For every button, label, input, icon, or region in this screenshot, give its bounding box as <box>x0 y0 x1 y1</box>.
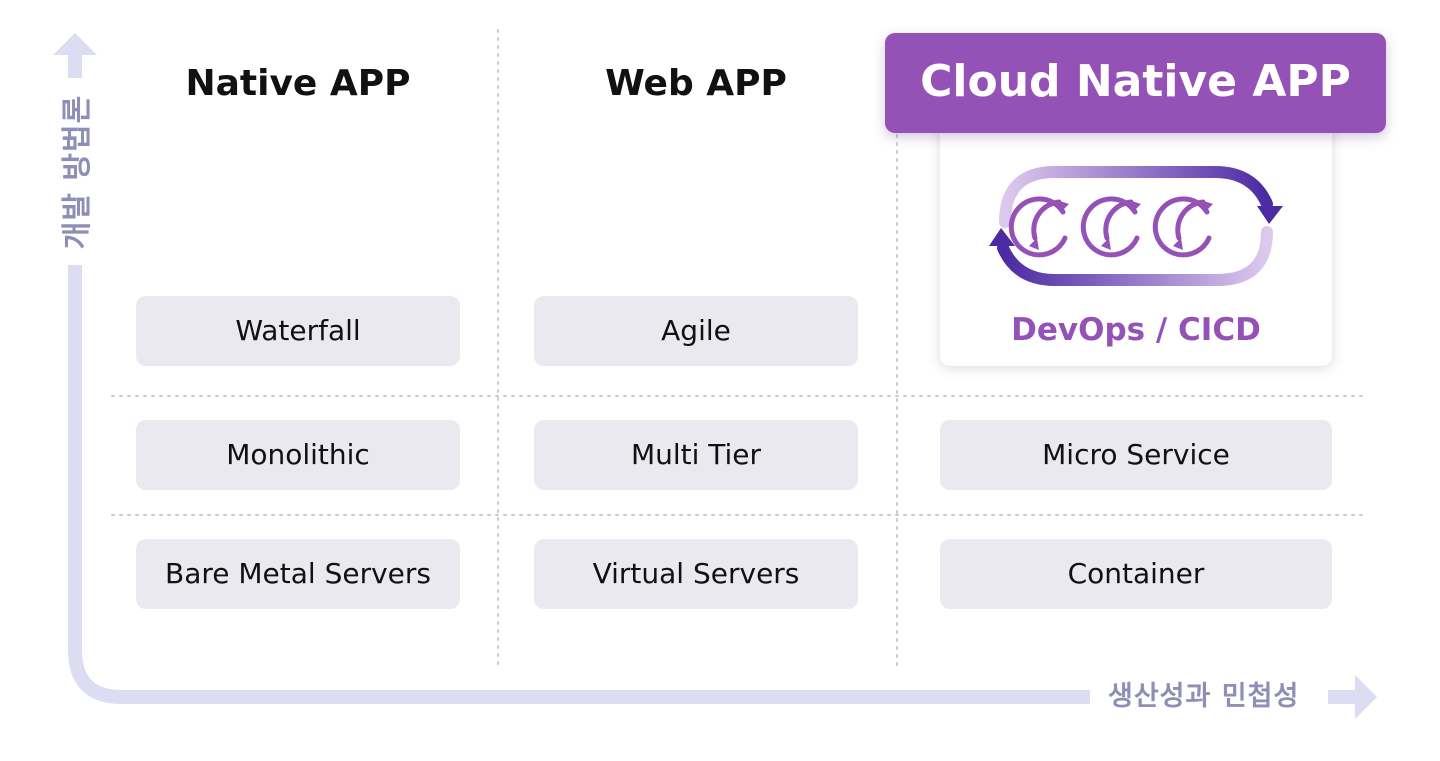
column-title-web-app: Web APP <box>605 63 787 104</box>
cell-multi-tier: Multi Tier <box>534 420 858 490</box>
x-axis-label: 생산성과 민첩성 <box>1108 681 1300 712</box>
cell-waterfall: Waterfall <box>136 296 460 366</box>
arrow-up-icon <box>53 33 97 78</box>
column-title-native-app: Native APP <box>185 63 411 104</box>
devops-cicd-label: DevOps / CICD <box>1011 312 1261 348</box>
cell-container: Container <box>940 539 1332 609</box>
cell-agile: Agile <box>534 296 858 366</box>
cell-virtual-servers: Virtual Servers <box>534 539 858 609</box>
arrow-right-icon <box>1328 675 1377 719</box>
cell-bare-metal-servers: Bare Metal Servers <box>136 539 460 609</box>
cell-monolithic: Monolithic <box>136 420 460 490</box>
cell-micro-service: Micro Service <box>940 420 1332 490</box>
y-axis-label: 개발 방법론 <box>60 94 95 250</box>
column-title-cloud-native-app: Cloud Native APP <box>885 33 1386 133</box>
devops-cycle-icon <box>989 166 1283 286</box>
